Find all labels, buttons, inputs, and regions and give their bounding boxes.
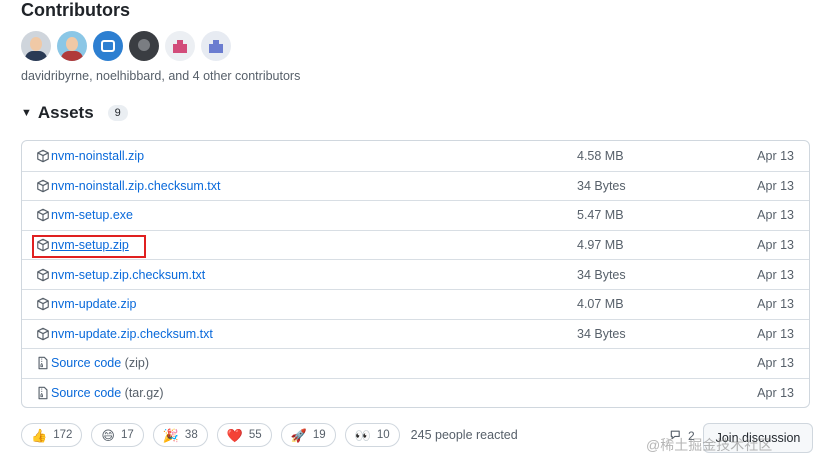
watermark: @稀土掘金技术社区	[646, 437, 773, 453]
reaction-eyes[interactable]: 👀 10	[344, 423, 400, 447]
asset-size: 4.07 MB	[577, 297, 624, 312]
thumbs-up-icon: 👍	[31, 427, 48, 443]
reaction-hooray[interactable]: 🎉 38	[152, 423, 208, 447]
source-code-format: (tar.gz)	[124, 386, 164, 401]
asset-row: nvm-setup.exe 5.47 MB Apr 13	[22, 200, 809, 230]
reaction-count: 19	[312, 429, 326, 441]
asset-size: 34 Bytes	[577, 267, 626, 282]
reaction-count: 10	[376, 429, 390, 441]
asset-date: Apr 13	[757, 297, 794, 312]
asset-link[interactable]: nvm-setup.exe	[51, 208, 133, 222]
reaction-laugh[interactable]: 😄 17	[91, 423, 144, 447]
asset-row: Source code (tar.gz) Apr 13	[22, 377, 809, 407]
contributors-title: Contributors	[21, 0, 130, 20]
hooray-icon: 🎉	[162, 427, 179, 443]
asset-link[interactable]: nvm-update.zip.checksum.txt	[51, 327, 213, 341]
rocket-icon: 🚀	[290, 427, 307, 443]
package-icon	[37, 149, 49, 163]
asset-link[interactable]: nvm-update.zip	[51, 297, 136, 311]
asset-row: nvm-update.zip.checksum.txt 34 Bytes Apr…	[22, 318, 809, 349]
package-icon	[37, 179, 49, 193]
asset-size: 4.58 MB	[577, 148, 624, 163]
package-icon	[37, 298, 49, 311]
asset-date: Apr 13	[757, 386, 794, 401]
reactions-bar: 👍 172 😄 17 🎉 38 ❤️ 55 🚀 19 👀 10 245 peop…	[21, 423, 518, 447]
asset-row: nvm-setup.zip.checksum.txt 34 Bytes Apr …	[22, 259, 809, 289]
source-code-label: Source code	[51, 356, 122, 371]
asset-link[interactable]: nvm-setup.zip.checksum.txt	[51, 268, 205, 282]
reaction-count: 172	[53, 429, 73, 441]
assets-header[interactable]: ▼ Assets 9	[21, 103, 128, 123]
asset-date: Apr 13	[757, 148, 794, 163]
asset-date: Apr 13	[757, 178, 794, 193]
asset-row: nvm-noinstall.zip 4.58 MB Apr 13	[22, 141, 809, 171]
reaction-count: 17	[120, 429, 134, 441]
avatar[interactable]	[129, 31, 159, 61]
avatar[interactable]	[21, 31, 51, 61]
package-icon	[37, 268, 49, 281]
avatar[interactable]	[201, 31, 231, 61]
reaction-thumbs-up[interactable]: 👍 172	[21, 423, 83, 447]
avatar[interactable]	[165, 31, 195, 61]
laugh-icon: 😄	[101, 427, 115, 443]
asset-date: Apr 13	[757, 267, 794, 282]
avatar[interactable]	[57, 31, 87, 61]
asset-link[interactable]: Source code (tar.gz)	[51, 386, 164, 400]
asset-link[interactable]: nvm-noinstall.zip.checksum.txt	[51, 179, 221, 193]
asset-size: 5.47 MB	[577, 208, 624, 223]
package-icon	[37, 209, 49, 222]
avatar[interactable]	[93, 31, 123, 61]
asset-date: Apr 13	[757, 356, 794, 371]
assets-title: Assets	[37, 103, 94, 122]
source-code-label: Source code	[51, 386, 122, 401]
contributors-summary: davidribyrne, noelhibbard, and 4 other c…	[21, 69, 301, 83]
asset-size: 34 Bytes	[577, 326, 626, 341]
asset-date: Apr 13	[757, 326, 794, 341]
asset-date: Apr 13	[757, 208, 794, 223]
triangle-down-icon[interactable]: ▼	[21, 107, 32, 119]
source-code-format: (zip)	[124, 356, 149, 371]
file-zip-icon	[38, 386, 48, 400]
contributors-avatars	[21, 31, 231, 61]
asset-date: Apr 13	[757, 238, 794, 253]
eyes-icon: 👀	[354, 427, 371, 443]
asset-row: Source code (zip) Apr 13	[22, 348, 809, 378]
asset-size: 34 Bytes	[577, 178, 626, 193]
asset-link[interactable]: Source code (zip)	[51, 356, 149, 370]
asset-row: nvm-noinstall.zip.checksum.txt 34 Bytes …	[22, 170, 809, 201]
reaction-heart[interactable]: ❤️ 55	[216, 423, 272, 447]
assets-count-badge: 9	[107, 105, 128, 121]
heart-icon: ❤️	[226, 427, 243, 443]
asset-size: 4.97 MB	[577, 238, 624, 253]
asset-link[interactable]: nvm-noinstall.zip	[51, 149, 144, 163]
reaction-rocket[interactable]: 🚀 19	[280, 423, 336, 447]
highlight-box	[32, 235, 146, 258]
reaction-count: 55	[248, 429, 262, 441]
reactions-summary: 245 people reacted	[410, 428, 518, 442]
reaction-count: 38	[184, 429, 198, 441]
package-icon	[37, 327, 49, 341]
assets-list: nvm-noinstall.zip 4.58 MB Apr 13 nvm-noi…	[21, 140, 810, 408]
asset-row: nvm-update.zip 4.07 MB Apr 13	[22, 288, 809, 319]
file-zip-icon	[38, 357, 48, 370]
